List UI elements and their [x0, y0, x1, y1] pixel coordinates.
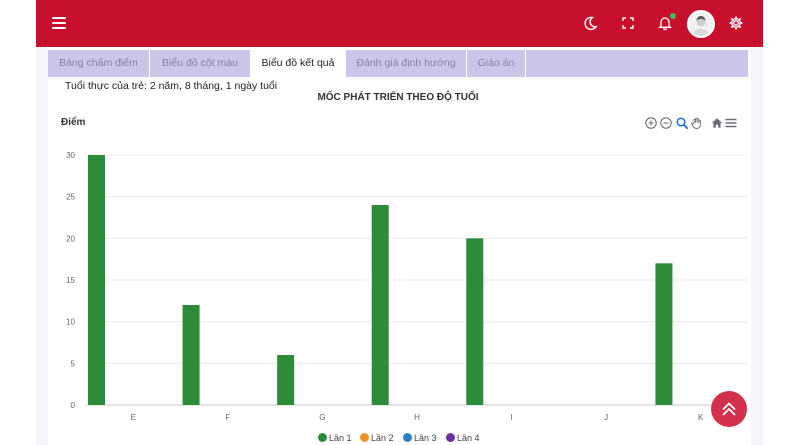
chevrons-up-icon	[722, 402, 736, 416]
menu-icon[interactable]	[52, 17, 66, 29]
moon-icon[interactable]	[581, 14, 599, 32]
bar-F-series-1	[182, 305, 200, 405]
screen: Bảng chấm điểm Biểu đồ cột màu Biểu đồ k…	[0, 0, 800, 445]
top-navbar	[36, 0, 763, 47]
legend-marker	[403, 433, 412, 442]
legend-marker	[360, 433, 369, 442]
bar-H-series-1	[371, 205, 389, 405]
x-tick-label: J	[604, 413, 608, 422]
bar-K-series-1	[655, 263, 673, 405]
legend-item-series-1[interactable]: Lần 1	[318, 433, 352, 443]
x-tick-label: K	[698, 413, 704, 422]
x-tick-label: I	[510, 413, 512, 422]
x-tick-label: F	[225, 413, 230, 422]
bar-I-series-1	[466, 238, 484, 405]
legend-label: Lần 2	[371, 433, 394, 443]
y-tick-label: 25	[66, 193, 75, 202]
avatar[interactable]	[687, 10, 715, 38]
legend-label: Lần 3	[414, 433, 437, 443]
x-tick-label: H	[414, 413, 420, 422]
app-frame: Bảng chấm điểm Biểu đồ cột màu Biểu đồ k…	[36, 0, 763, 445]
legend-item-series-4[interactable]: Lần 4	[446, 433, 480, 443]
y-tick-label: 30	[66, 151, 75, 160]
gear-icon[interactable]	[727, 14, 745, 32]
legend-label: Lần 1	[329, 433, 352, 443]
legend-marker	[318, 433, 327, 442]
y-tick-label: 20	[66, 234, 75, 243]
y-tick-label: 5	[71, 359, 76, 368]
legend-item-series-3[interactable]: Lần 3	[403, 433, 437, 443]
y-tick-label: 15	[66, 276, 75, 285]
x-tick-label: G	[319, 413, 325, 422]
legend-item-series-2[interactable]: Lần 2	[360, 433, 394, 443]
fullscreen-icon[interactable]	[619, 14, 637, 32]
legend-label: Lần 4	[457, 433, 480, 443]
scroll-top-button[interactable]	[711, 391, 747, 427]
y-tick-label: 10	[66, 318, 75, 327]
content-card: Bảng chấm điểm Biểu đồ cột màu Biểu đồ k…	[48, 47, 751, 445]
bar-chart: 0 5 10 15 20 25 30 E F G H I J K	[66, 151, 748, 422]
bar-E-series-1	[88, 155, 105, 405]
bar-G-series-1	[277, 355, 295, 405]
notification-dot	[670, 13, 676, 19]
bell-icon[interactable]	[656, 13, 676, 32]
x-tick-label: E	[131, 413, 136, 422]
legend-marker	[446, 433, 455, 442]
y-tick-label: 0	[71, 401, 76, 410]
